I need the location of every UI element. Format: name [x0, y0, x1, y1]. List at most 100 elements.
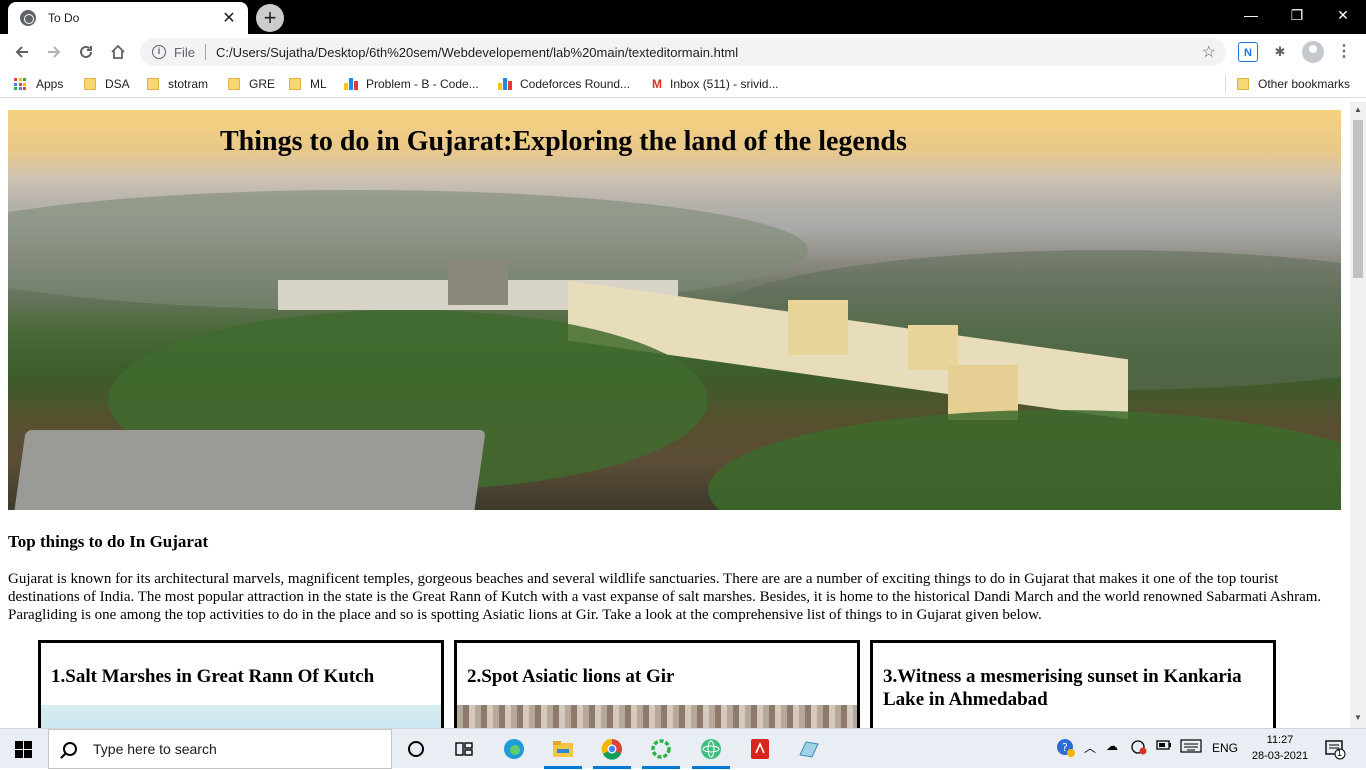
keyboard-icon[interactable] — [1180, 739, 1202, 756]
bookmark-label: Codeforces Round... — [520, 77, 631, 91]
close-tab-icon[interactable]: ✕ — [220, 8, 238, 28]
bookmark-label: Apps — [36, 77, 64, 91]
home-icon — [111, 44, 125, 59]
svg-text:?: ? — [1062, 741, 1068, 754]
extension-n-icon[interactable]: N — [1238, 42, 1258, 62]
atom-app-icon[interactable] — [697, 735, 725, 763]
clock-time: 11:27 — [1266, 734, 1294, 746]
bookmark-gre[interactable]: GRE — [228, 76, 275, 92]
battery-icon[interactable] — [1156, 739, 1172, 754]
windows-start-icon[interactable] — [15, 741, 32, 758]
bookmark-label: DSA — [105, 77, 130, 91]
file-explorer-icon[interactable] — [549, 735, 577, 763]
network-icon[interactable] — [1130, 739, 1148, 758]
task-view-icon[interactable] — [450, 735, 478, 763]
language-indicator[interactable]: ENG — [1212, 741, 1238, 755]
folder-icon — [228, 78, 240, 90]
refresh-app-icon[interactable] — [647, 735, 675, 763]
other-bookmarks[interactable]: Other bookmarks — [1237, 76, 1350, 92]
notepad-icon[interactable] — [795, 735, 823, 763]
card-title: 2.Spot Asiatic lions at Gir — [467, 666, 675, 687]
bookmark-apps[interactable]: Apps — [14, 76, 63, 92]
scroll-up-icon[interactable]: ▲ — [1354, 106, 1362, 114]
acrobat-icon[interactable] — [746, 735, 774, 763]
card-salt-marshes[interactable]: 1.Salt Marshes in Great Rann Of Kutch — [38, 640, 444, 728]
card-title: 3.Witness a mesmerising sunset in Kankar… — [883, 666, 1242, 710]
page-scrollbar[interactable]: ▲ ▼ — [1350, 102, 1366, 728]
new-tab-button[interactable]: + — [256, 4, 284, 32]
foreground-rock — [10, 430, 486, 510]
extensions-puzzle-icon[interactable]: ✱ — [1270, 42, 1290, 62]
menu-kebab-icon[interactable]: ⋮ — [1334, 42, 1354, 62]
reload-button[interactable] — [72, 38, 100, 66]
bookmark-label: ML — [310, 77, 327, 91]
codeforces-icon — [498, 78, 512, 90]
home-button[interactable] — [104, 38, 132, 66]
bookmark-stotram[interactable]: stotram — [147, 76, 208, 92]
url-separator — [204, 44, 206, 60]
chrome-icon[interactable] — [598, 735, 626, 763]
browser-tab-strip: To Do ✕ + — ❐ ✕ — [0, 0, 1366, 34]
bookmark-label: stotram — [168, 77, 209, 91]
bookmark-inbox[interactable]: M Inbox (511) - srivid... — [652, 76, 778, 92]
bookmark-codeforces-round[interactable]: Codeforces Round... — [498, 76, 630, 92]
other-bookmarks-label: Other bookmarks — [1258, 77, 1351, 91]
tab-to-do[interactable]: To Do ✕ — [8, 2, 248, 34]
temple-spire-2 — [908, 325, 958, 370]
cloud-icon[interactable]: ☁ — [1106, 739, 1118, 753]
tab-title: To Do — [48, 11, 80, 25]
bookmark-label: Problem - B - Code... — [366, 77, 479, 91]
edge-icon[interactable] — [500, 735, 528, 763]
back-arrow-icon — [15, 46, 28, 58]
bookmarks-divider — [1225, 75, 1226, 93]
notification-count: 1 — [1337, 748, 1343, 758]
clock-date: 28-03-2021 — [1251, 750, 1309, 762]
forward-button[interactable] — [40, 38, 68, 66]
page-viewport: Things to do in Gujarat:Exploring the la… — [0, 102, 1350, 728]
bookmarks-bar: Apps DSA stotram GRE ML Problem - B - Co… — [0, 70, 1366, 98]
folder-icon — [289, 78, 301, 90]
card-image — [41, 705, 441, 728]
hero-image: Things to do in Gujarat:Exploring the la… — [8, 110, 1341, 510]
hero-title: Things to do in Gujarat:Exploring the la… — [220, 126, 907, 157]
search-icon — [63, 742, 77, 756]
globe-icon — [20, 10, 36, 26]
folder-icon — [1237, 78, 1249, 90]
codeforces-icon — [344, 78, 358, 90]
apps-grid-icon — [14, 78, 26, 90]
cortana-icon[interactable] — [402, 735, 430, 763]
restore-button[interactable]: ❐ — [1274, 0, 1320, 30]
section-title: Top things to do In Gujarat — [8, 532, 209, 551]
bookmark-problem-b[interactable]: Problem - B - Code... — [344, 76, 479, 92]
system-clock[interactable]: 11:27 28-03-2021 — [1250, 732, 1310, 764]
gmail-icon: M — [652, 77, 662, 91]
windows-taskbar: Type here to search ? ︿ ☁ ENG 11:27 28-0… — [0, 728, 1366, 769]
reload-icon — [80, 45, 92, 58]
bookmark-dsa[interactable]: DSA — [84, 76, 130, 92]
bookmark-label: GRE — [249, 77, 276, 91]
bookmark-ml[interactable]: ML — [289, 76, 327, 92]
close-window-button[interactable]: ✕ — [1320, 0, 1366, 30]
folder-icon — [84, 78, 96, 90]
bookmark-star-icon[interactable]: ☆ — [1202, 42, 1216, 62]
back-button[interactable] — [8, 38, 36, 66]
folder-icon — [147, 78, 159, 90]
profile-avatar[interactable] — [1302, 41, 1324, 63]
forward-arrow-icon — [48, 46, 61, 58]
card-title: 1.Salt Marshes in Great Rann Of Kutch — [51, 666, 375, 687]
browser-toolbar: i File C:/Users/Sujatha/Desktop/6th%20se… — [0, 34, 1366, 70]
help-tray-icon[interactable]: ? — [1056, 738, 1076, 761]
address-bar[interactable]: i File C:/Users/Sujatha/Desktop/6th%20se… — [140, 38, 1226, 66]
notification-center-icon[interactable]: 1 — [1324, 738, 1346, 763]
tray-expand-icon[interactable]: ︿ — [1084, 739, 1096, 756]
url-text[interactable]: C:/Users/Sujatha/Desktop/6th%20sem/Webde… — [216, 45, 1202, 60]
info-icon[interactable]: i — [152, 45, 166, 59]
scroll-down-icon[interactable]: ▼ — [1354, 714, 1362, 722]
card-kankaria-lake[interactable]: 3.Witness a mesmerising sunset in Kankar… — [870, 640, 1276, 728]
minimize-button[interactable]: — — [1228, 0, 1274, 30]
temple-dome — [448, 260, 508, 305]
card-asiatic-lions[interactable]: 2.Spot Asiatic lions at Gir — [454, 640, 860, 728]
scrollbar-thumb[interactable] — [1353, 120, 1363, 278]
search-placeholder: Type here to search — [93, 741, 217, 757]
taskbar-search-box[interactable]: Type here to search — [48, 729, 392, 769]
